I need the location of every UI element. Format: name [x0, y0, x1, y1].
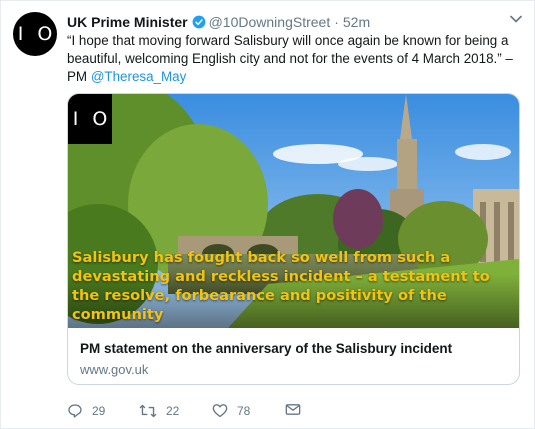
reply-count: 29 — [92, 404, 106, 418]
tweet-header: UK Prime Minister @10DowningStreet · 52m — [67, 12, 522, 32]
link-card[interactable]: I O Salisbury has fought back so well fr… — [67, 93, 520, 385]
card-image[interactable]: I O Salisbury has fought back so well fr… — [68, 94, 519, 328]
timestamp[interactable]: 52m — [343, 14, 370, 30]
reply-icon — [68, 404, 82, 418]
chevron-down-icon[interactable] — [510, 15, 522, 23]
direct-message-icon — [285, 404, 301, 415]
retweet-icon — [139, 404, 157, 418]
retweet-button[interactable]: 22 — [139, 403, 179, 419]
avatar[interactable]: I O — [13, 12, 57, 56]
like-icon — [212, 404, 228, 418]
card-image-caption: Salisbury has fought back so well from s… — [72, 249, 490, 323]
verified-badge-icon — [192, 15, 206, 29]
retweet-count: 22 — [166, 404, 180, 418]
account-name[interactable]: UK Prime Minister — [67, 14, 188, 30]
tweet-actions: 29 22 78 — [67, 403, 367, 421]
tweet[interactable]: I O UK Prime Minister @10DowningStreet ·… — [0, 0, 535, 429]
card-title[interactable]: PM statement on the anniversary of the S… — [80, 341, 452, 356]
direct-message-button[interactable] — [285, 403, 310, 416]
account-handle[interactable]: @10DowningStreet — [209, 14, 331, 30]
reply-button[interactable]: 29 — [67, 403, 105, 419]
like-button[interactable]: 78 — [212, 403, 250, 418]
separator: · — [334, 14, 339, 30]
like-count: 78 — [237, 403, 251, 418]
card-url[interactable]: www.gov.uk — [80, 362, 148, 377]
gov-logo: I O — [68, 94, 112, 144]
tweet-text: “I hope that moving forward Salisbury wi… — [67, 32, 527, 86]
mention-link[interactable]: @Theresa_May — [91, 69, 186, 84]
